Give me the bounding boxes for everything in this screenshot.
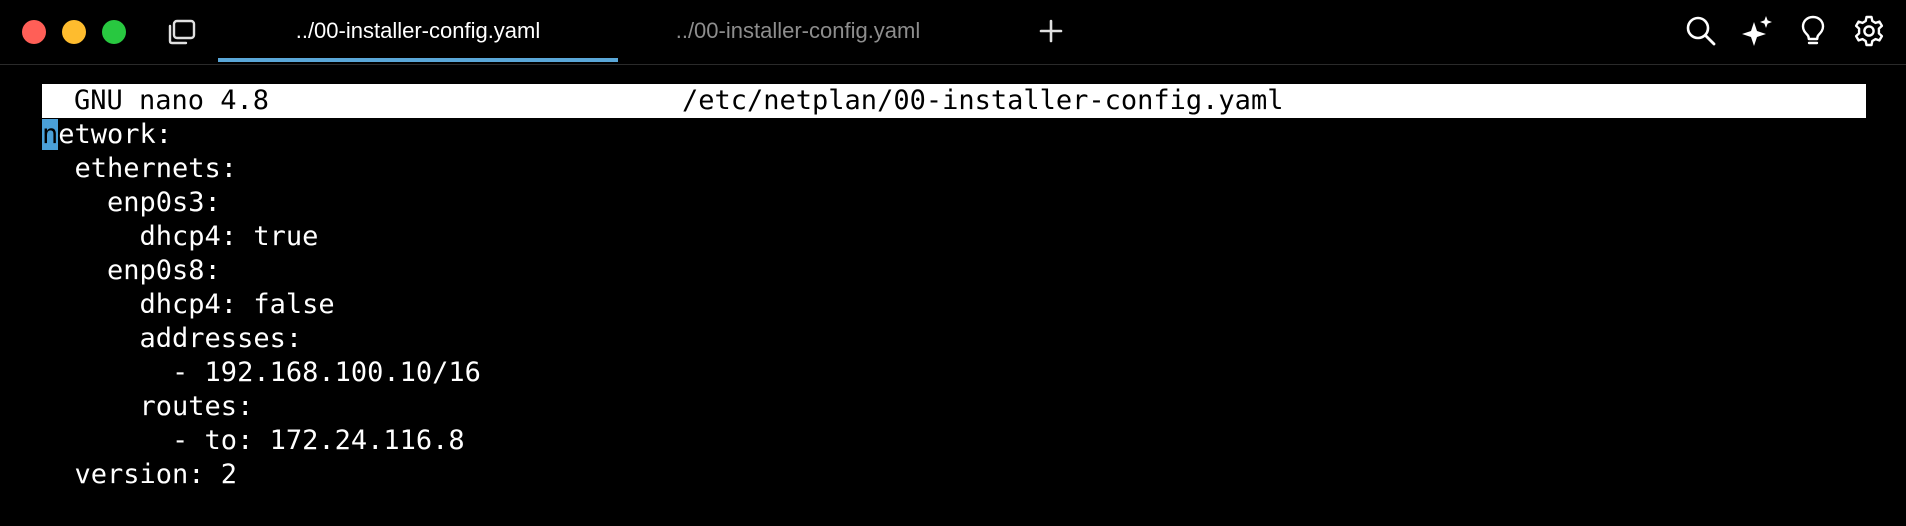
text-cursor: n <box>42 119 59 150</box>
tab-label: ../00-installer-config.yaml <box>295 18 541 43</box>
nano-title-bar: GNU nano 4.8 /etc/netplan/00-installer-c… <box>42 84 1866 118</box>
active-tab-indicator <box>218 58 618 62</box>
minimize-window-button[interactable] <box>62 20 86 44</box>
code-text: etwork: <box>58 119 173 150</box>
new-tab-button[interactable] <box>1034 14 1068 48</box>
terminal-content[interactable]: GNU nano 4.8 /etc/netplan/00-installer-c… <box>42 84 1866 504</box>
search-icon[interactable] <box>1684 14 1718 48</box>
tab-overview-icon[interactable] <box>166 19 196 45</box>
maximize-window-button[interactable] <box>102 20 126 44</box>
code-line: - to: 172.24.116.8 <box>42 425 465 456</box>
code-line: ethernets: <box>42 153 238 184</box>
tab-label: ../00-installer-config.yaml <box>675 18 921 43</box>
sparkles-icon[interactable] <box>1740 14 1774 48</box>
terminal-window: ../00-installer-config.yaml ../00-instal… <box>0 0 1906 526</box>
code-line: version: 2 <box>42 459 238 490</box>
code-line: enp0s8: <box>42 255 221 286</box>
nano-version: GNU nano 4.8 <box>74 85 270 116</box>
gear-icon[interactable] <box>1852 14 1886 48</box>
code-line: dhcp4: true <box>42 221 319 252</box>
plus-icon <box>1039 19 1063 43</box>
code-line: - 192.168.100.10/16 <box>42 357 481 388</box>
editor-buffer[interactable]: network: ethernets: enp0s3: dhcp4: true … <box>42 118 481 492</box>
code-line: enp0s3: <box>42 187 221 218</box>
close-window-button[interactable] <box>22 20 46 44</box>
nano-file-path: /etc/netplan/00-installer-config.yaml <box>682 85 1284 116</box>
code-line: network: <box>42 118 481 152</box>
tab-inactive[interactable]: ../00-installer-config.yaml <box>618 0 978 62</box>
code-line: dhcp4: false <box>42 289 335 320</box>
code-line: routes: <box>42 391 254 422</box>
tab-active[interactable]: ../00-installer-config.yaml <box>218 0 618 62</box>
code-line: addresses: <box>42 323 303 354</box>
lightbulb-icon[interactable] <box>1796 14 1830 48</box>
title-bar: ../00-installer-config.yaml ../00-instal… <box>0 0 1906 65</box>
